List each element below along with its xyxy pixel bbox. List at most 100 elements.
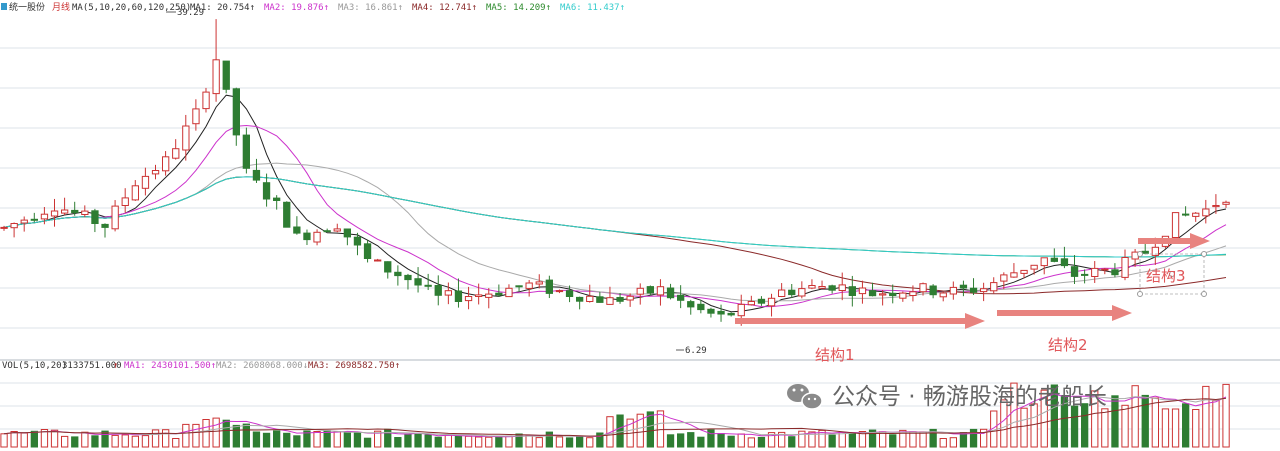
volume-bar <box>202 419 210 448</box>
volume-bar <box>909 431 917 448</box>
candle-body <box>757 298 766 304</box>
candle <box>182 114 190 161</box>
candle-body <box>848 286 857 297</box>
volume-bar <box>919 431 927 448</box>
candle <box>545 275 554 299</box>
volume-bar <box>1192 409 1200 448</box>
volume-bar <box>131 435 139 448</box>
candle-body <box>101 223 109 228</box>
candle-body <box>606 297 614 305</box>
candle-body <box>656 286 665 296</box>
candle <box>727 312 735 317</box>
candle-body <box>363 243 372 260</box>
volume-bar <box>61 435 69 448</box>
candle-body <box>343 228 352 238</box>
volume-bar <box>1171 408 1180 448</box>
candle <box>1000 272 1008 290</box>
candle-body <box>818 286 826 289</box>
volume-bar <box>879 431 887 448</box>
price-legend: 统一股份 月线 MA(5,10,20,60,120,250) MA1: 20.7… <box>1 1 625 13</box>
candle-body <box>303 232 311 241</box>
candle <box>949 281 958 300</box>
candle <box>929 284 937 299</box>
candle <box>697 300 705 314</box>
candle-body <box>636 287 644 295</box>
volume-bar <box>939 438 947 448</box>
volume-bar <box>50 429 59 448</box>
candle-body <box>1182 213 1190 216</box>
candle <box>606 286 614 305</box>
volume-bar <box>162 429 170 448</box>
candle <box>828 284 836 294</box>
volume-bar <box>353 432 362 448</box>
volume-bar <box>1121 404 1129 448</box>
candle-body <box>899 292 907 299</box>
volume-bar <box>222 419 230 448</box>
candle <box>1070 255 1079 285</box>
candle <box>1202 199 1210 224</box>
candle-body <box>262 182 271 200</box>
volume-bar <box>91 435 99 448</box>
candle <box>525 280 533 297</box>
volume-bar <box>414 433 422 448</box>
volume-bar <box>616 414 624 448</box>
stock-name: 统一股份 <box>9 1 45 13</box>
candle-body <box>576 296 584 302</box>
candle-body <box>939 292 947 298</box>
candle-body <box>444 290 453 296</box>
candle <box>81 205 89 218</box>
ma-line-60 <box>3 176 1227 295</box>
candle-body <box>1010 272 1018 278</box>
candle-body <box>414 278 422 286</box>
candle-body <box>202 91 210 110</box>
period-label: 月线 <box>52 1 70 13</box>
structure1-arrow-head <box>965 313 985 329</box>
candle <box>1030 264 1038 275</box>
volume-bar <box>363 437 372 448</box>
ma-legend-item: MA3: 16.861↑ <box>338 3 403 13</box>
candlestick-chart[interactable]: 统一股份 月线 MA(5,10,20,60,120,250) MA1: 20.7… <box>0 0 1280 451</box>
candle <box>151 164 160 180</box>
candle-body <box>1192 212 1200 217</box>
candle-body <box>535 281 543 285</box>
volume-bar <box>394 437 402 448</box>
volume-bar <box>444 434 453 448</box>
structure3-label: 结构3 <box>1146 267 1186 285</box>
candle-body <box>333 228 341 232</box>
candle <box>464 286 473 310</box>
volume-bar <box>343 431 352 448</box>
selection-handle <box>1137 291 1143 297</box>
volume-bar <box>747 437 756 448</box>
ma-legend-item: MA5: 14.209↑ <box>486 3 551 13</box>
candle <box>192 99 200 131</box>
volume-bar <box>848 432 857 448</box>
candle <box>798 281 806 299</box>
volume-bar <box>485 436 493 448</box>
candle-body <box>192 108 200 125</box>
candle-body <box>1121 257 1129 278</box>
candle <box>818 280 826 289</box>
volume-bar <box>454 435 463 448</box>
candle-body <box>727 312 735 316</box>
candle <box>262 173 271 207</box>
candle-body <box>868 290 877 297</box>
candle <box>141 167 150 196</box>
candle-body <box>1020 269 1028 274</box>
candle-body <box>980 288 988 293</box>
structure2-annotation: 结构2 <box>997 305 1132 354</box>
volume-bar <box>1101 408 1109 448</box>
candle-body <box>353 236 362 246</box>
candle-body <box>0 226 8 229</box>
volume-bar <box>969 428 978 448</box>
candle-body <box>909 291 917 296</box>
volume-bar <box>1212 399 1220 448</box>
volume-bar <box>323 430 331 448</box>
candle-body <box>485 293 493 298</box>
candle-body <box>707 308 715 314</box>
candle <box>131 180 139 201</box>
candle <box>30 212 39 223</box>
candle-body <box>293 226 301 234</box>
candle-body <box>838 284 846 291</box>
candle <box>222 60 230 94</box>
structure3-arrow-shaft <box>1138 238 1193 244</box>
